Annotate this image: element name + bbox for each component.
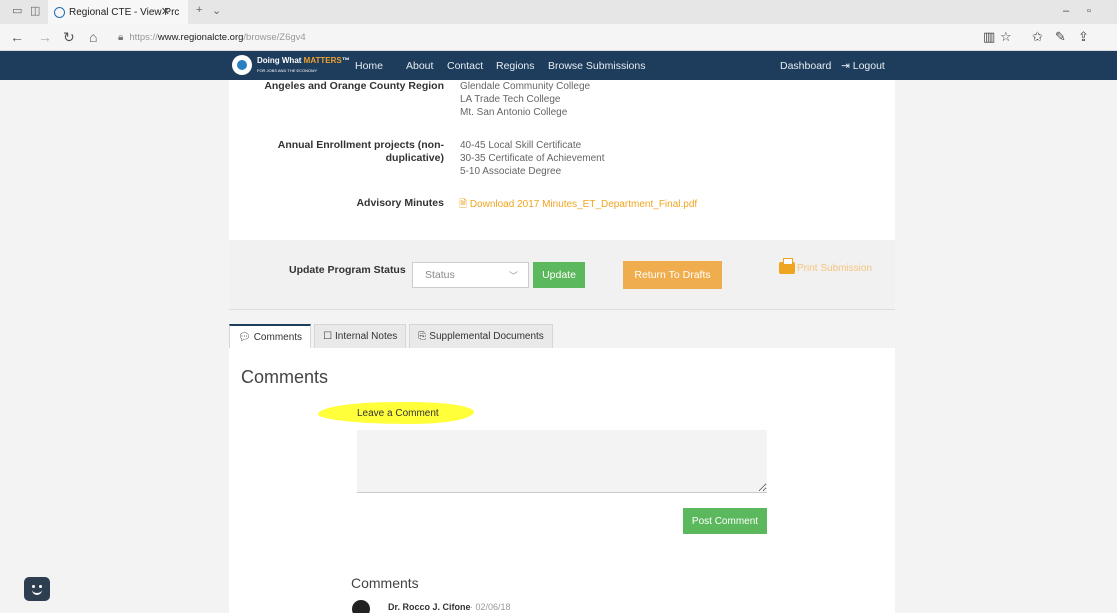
chevron-down-icon: ﹀ [508,271,518,281]
forward-icon[interactable]: → [38,29,52,45]
return-to-drafts-button[interactable]: Return To Drafts [623,261,722,289]
file-icon: 🗎︎ [459,199,468,210]
note-icon: ☐ [323,331,333,342]
site-favicon-icon [54,6,65,18]
logo-text: Doing What MATTERS™ FOR JOBS AND THE ECO… [257,55,350,73]
browser-tab-bar: ▭ ◫ Regional CTE - View Prc ✕ + ⌄ – ▫ [0,0,1117,24]
nav-regions[interactable]: Regions [496,60,535,72]
site-navbar: Doing What MATTERS™ FOR JOBS AND THE ECO… [0,51,1117,80]
tab-supplemental-documents-label: Supplemental Documents [429,331,544,342]
url-prefix: https:// [129,32,158,43]
browser-tab[interactable]: Regional CTE - View Prc ✕ [48,0,188,24]
comment-date: · 02/06/18 [470,602,511,612]
url-host: www.regionalcte.org [157,32,244,43]
chat-widget-icon[interactable] [24,577,50,601]
enrollment-3: 5-10 Associate Degree [460,166,562,177]
comments-heading: Comments [241,367,329,387]
college-3: Mt. San Antonio College [460,107,568,118]
favorite-star-icon[interactable]: ☆ [1000,29,1012,45]
share-icon[interactable]: ⇪ [1078,29,1089,45]
site-logo[interactable]: Doing What MATTERS™ FOR JOBS AND THE ECO… [232,55,350,75]
tab-close-icon[interactable]: ✕ [161,5,170,18]
tab-preview-icon[interactable]: ◫ [30,4,40,17]
new-tab-icon[interactable]: + [196,4,202,16]
leave-comment-label: Leave a Comment [357,408,439,419]
tab-supplemental-documents[interactable]: ⎘ Supplemental Documents [409,324,553,348]
url-field[interactable]: 🔒︎ https:// www.regionalcte.org /browse/… [118,28,968,47]
print-submission-label: Print Submission [797,262,873,274]
refresh-icon[interactable]: ↻ [63,29,75,46]
avatar [352,600,370,613]
tab-internal-notes[interactable]: ☐ Internal Notes [314,324,407,348]
post-comment-button[interactable]: Post Comment [683,508,767,534]
region-label: Angeles and Orange County Region [264,80,444,92]
address-bar: ← → ↻ ⌂ 🔒︎ https:// www.regionalcte.org … [0,24,1117,51]
nav-home[interactable]: Home [355,60,383,72]
enrollment-2: 30-35 Certificate of Achievement [460,153,605,164]
nav-browse-submissions[interactable]: Browse Submissions [548,60,645,72]
speech-bubble-icon: 💬︎ [238,331,251,343]
advisory-minutes-label: Advisory Minutes [356,197,444,209]
nav-about[interactable]: About [406,60,433,72]
status-select-value: Status [425,269,455,281]
status-select[interactable]: Status ﹀ [412,262,529,288]
enrollment-1: 40-45 Local Skill Certificate [460,140,582,151]
favorites-hub-icon[interactable]: ✩ [1032,29,1043,45]
tab-list-chevron-icon[interactable]: ⌄ [212,4,221,17]
nav-contact[interactable]: Contact [447,60,483,72]
notes-pen-icon[interactable]: ✎ [1055,29,1066,45]
minimize-icon[interactable]: – [1063,5,1069,17]
lock-icon: 🔒︎ [118,32,124,43]
comment-author: Dr. Rocco J. Cifone [388,602,471,612]
update-status-label: Update Program Status [289,264,406,276]
nav-dashboard[interactable]: Dashboard [780,60,831,72]
advisory-minutes-download-link[interactable]: 🗎︎ Download 2017 Minutes_ET_Department_F… [459,197,697,214]
college-1: Glendale Community College [460,81,591,92]
url-path: /browse/Z6gv4 [243,32,306,43]
comment-textarea[interactable] [357,430,767,493]
tab-internal-notes-label: Internal Notes [335,331,398,342]
printer-icon [779,258,795,274]
nav-logout[interactable]: ⇥ Logout [841,60,885,72]
comment-tabs: 💬︎ Comments ☐ Internal Notes ⎘ Supplemental… [229,324,556,348]
college-2: LA Trade Tech College [460,94,561,105]
tab-comments-label: Comments [253,331,303,343]
comments-list-heading: Comments [351,575,419,591]
home-icon[interactable]: ⌂ [89,29,97,45]
print-submission-link[interactable]: Print Submission [779,258,873,274]
update-button[interactable]: Update [533,262,585,288]
reading-view-icon[interactable]: ▥ [983,29,995,45]
logout-icon: ⇥ [841,60,850,72]
logo-mark-icon [232,55,252,75]
enrollment-label: Annual Enrollment projects (non-duplicat… [277,139,444,164]
back-icon[interactable]: ← [10,29,24,45]
documents-icon: ⎘ [418,331,427,342]
maximize-icon[interactable]: ▫ [1087,5,1091,17]
tab-comments[interactable]: 💬︎ Comments [229,324,312,348]
tab-actions-icon[interactable]: ▭ [12,4,22,17]
